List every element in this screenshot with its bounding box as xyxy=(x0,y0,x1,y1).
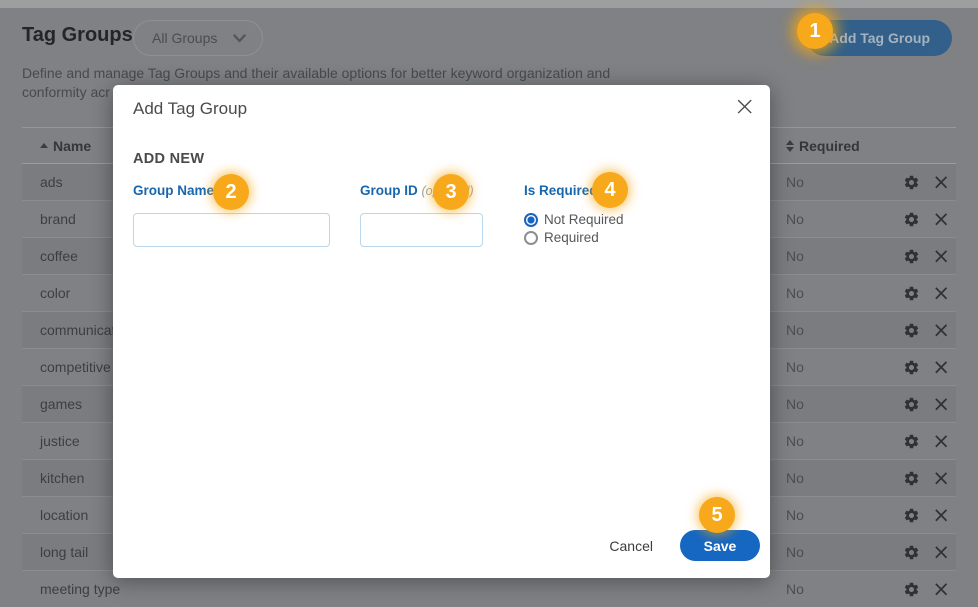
tag-group-required: No xyxy=(786,470,894,486)
row-actions: × xyxy=(894,357,956,378)
row-actions: × xyxy=(894,394,956,415)
page-description-line1: Define and manage Tag Groups and their a… xyxy=(22,64,662,83)
tag-group-required: No xyxy=(786,433,894,449)
top-strip xyxy=(0,0,978,8)
gear-icon[interactable] xyxy=(903,359,920,376)
tag-group-required: No xyxy=(786,174,894,190)
chevron-down-icon xyxy=(233,34,246,43)
row-actions: × xyxy=(894,431,956,452)
tag-group-required: No xyxy=(786,544,894,560)
column-header-name-label: Name xyxy=(53,138,91,154)
delete-x-icon[interactable]: × xyxy=(932,431,950,452)
gear-icon[interactable] xyxy=(903,174,920,191)
close-icon[interactable]: × xyxy=(733,91,756,122)
is-required-radio-group: Not Required Required xyxy=(524,212,624,245)
tag-group-required: No xyxy=(786,285,894,301)
group-name-input[interactable] xyxy=(133,213,330,247)
callout-badge-1: 1 xyxy=(797,13,833,49)
row-actions: × xyxy=(894,505,956,526)
radio-option-label: Not Required xyxy=(544,212,624,227)
delete-x-icon[interactable]: × xyxy=(932,357,950,378)
tag-group-required: No xyxy=(786,248,894,264)
column-header-required[interactable]: Required xyxy=(786,138,894,154)
gear-icon[interactable] xyxy=(903,433,920,450)
page-title: Tag Groups xyxy=(22,24,133,47)
row-actions: × xyxy=(894,320,956,341)
callout-badge-4: 4 xyxy=(592,172,628,208)
gear-icon[interactable] xyxy=(903,322,920,339)
delete-x-icon[interactable]: × xyxy=(932,283,950,304)
tag-group-required: No xyxy=(786,322,894,338)
delete-x-icon[interactable]: × xyxy=(932,172,950,193)
group-name-label: Group Name xyxy=(133,183,214,198)
gear-icon[interactable] xyxy=(903,470,920,487)
callout-badge-5: 5 xyxy=(699,497,735,533)
row-actions: × xyxy=(894,468,956,489)
column-header-required-label: Required xyxy=(799,138,860,154)
delete-x-icon[interactable]: × xyxy=(932,394,950,415)
tag-group-required: No xyxy=(786,359,894,375)
delete-x-icon[interactable]: × xyxy=(932,320,950,341)
gear-icon[interactable] xyxy=(903,396,920,413)
gear-icon[interactable] xyxy=(903,248,920,265)
delete-x-icon[interactable]: × xyxy=(932,505,950,526)
add-tag-group-modal: Add Tag Group × ADD NEW Group Name Group… xyxy=(113,85,770,578)
radio-icon xyxy=(524,213,538,227)
group-id-input[interactable] xyxy=(360,213,483,247)
save-button[interactable]: Save xyxy=(680,530,760,561)
tag-groups-screen: Tag Groups All Groups Add Tag Group Defi… xyxy=(0,0,978,607)
tag-group-name: meeting type xyxy=(22,581,786,597)
delete-x-icon[interactable]: × xyxy=(932,209,950,230)
callout-badge-2: 2 xyxy=(213,174,249,210)
row-actions: × xyxy=(894,172,956,193)
radio-option[interactable]: Required xyxy=(524,230,624,245)
modal-title: Add Tag Group xyxy=(133,99,247,119)
group-filter-dropdown[interactable]: All Groups xyxy=(133,20,263,56)
group-filter-value: All Groups xyxy=(152,30,217,46)
cancel-button[interactable]: Cancel xyxy=(609,538,653,554)
row-actions: × xyxy=(894,542,956,563)
gear-icon[interactable] xyxy=(903,211,920,228)
radio-option-label: Required xyxy=(544,230,599,245)
callout-badge-3: 3 xyxy=(433,174,469,210)
sort-asc-icon xyxy=(40,143,48,148)
tag-group-required: No xyxy=(786,581,894,597)
radio-option[interactable]: Not Required xyxy=(524,212,624,227)
delete-x-icon[interactable]: × xyxy=(932,468,950,489)
tag-group-required: No xyxy=(786,507,894,523)
section-heading: ADD NEW xyxy=(133,151,204,167)
row-actions: × xyxy=(894,209,956,230)
delete-x-icon[interactable]: × xyxy=(932,579,950,600)
delete-x-icon[interactable]: × xyxy=(932,542,950,563)
sort-both-icon xyxy=(786,140,794,152)
gear-icon[interactable] xyxy=(903,285,920,302)
modal-footer: Cancel Save xyxy=(609,530,760,561)
group-id-label-text: Group ID xyxy=(360,183,418,198)
row-actions: × xyxy=(894,246,956,267)
tag-group-required: No xyxy=(786,396,894,412)
row-actions: × xyxy=(894,579,956,600)
is-required-label: Is Required xyxy=(524,183,598,198)
radio-icon xyxy=(524,231,538,245)
row-actions: × xyxy=(894,283,956,304)
gear-icon[interactable] xyxy=(903,581,920,598)
gear-icon[interactable] xyxy=(903,507,920,524)
tag-group-required: No xyxy=(786,211,894,227)
delete-x-icon[interactable]: × xyxy=(932,246,950,267)
gear-icon[interactable] xyxy=(903,544,920,561)
